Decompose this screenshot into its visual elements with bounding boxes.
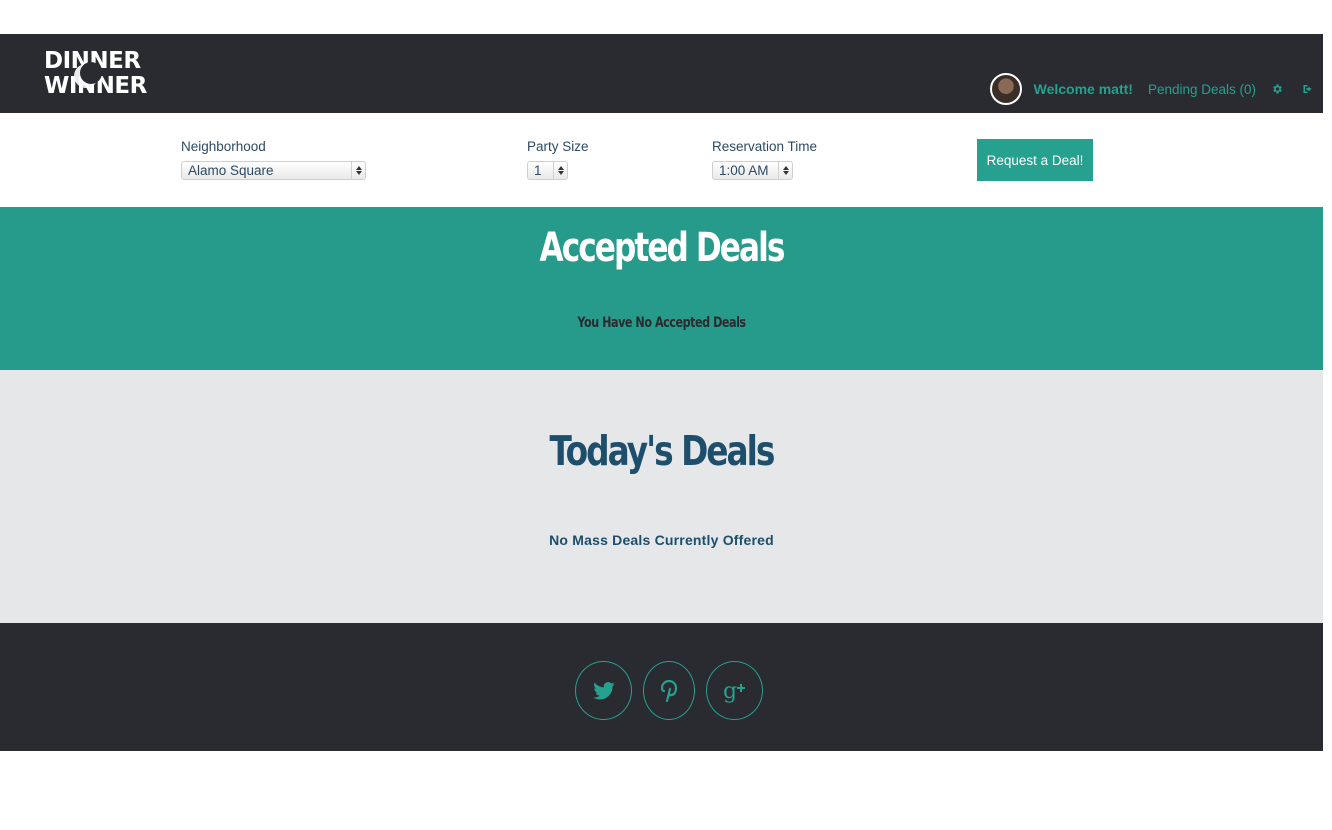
welcome-text[interactable]: Welcome matt!: [1034, 81, 1133, 97]
reservation-time-value: 1:00 AM: [719, 163, 769, 178]
footer: g: [0, 623, 1323, 751]
avatar[interactable]: [989, 73, 1022, 105]
dinner-winner-logo[interactable]: DINNER WINNER: [44, 49, 147, 101]
neighborhood-label: Neighborhood: [181, 139, 266, 154]
pinterest-icon[interactable]: [643, 661, 695, 720]
todays-deals-title: Today's Deals: [549, 427, 776, 475]
select-arrows-icon: [351, 162, 365, 179]
todays-deals-empty-message: No Mass Deals Currently Offered: [549, 532, 774, 548]
reservation-time-select[interactable]: 1:00 AM: [712, 161, 793, 180]
reservation-time-field: Reservation Time 1:00 AM: [712, 139, 817, 180]
select-arrows-icon: [553, 162, 567, 179]
logo-moon-shadow: [80, 62, 102, 84]
top-header: DINNER WINNER Welcome matt! Pending Deal…: [0, 34, 1323, 113]
twitter-icon[interactable]: [575, 661, 632, 720]
party-size-field: Party Size 1: [527, 139, 589, 180]
svg-text:g: g: [723, 679, 737, 703]
google-plus-icon[interactable]: g: [706, 661, 763, 720]
request-deal-button[interactable]: Request a Deal!: [977, 139, 1093, 181]
select-arrows-icon: [778, 162, 792, 179]
deal-request-form: Neighborhood Alamo Square Party Size 1 R…: [0, 113, 1323, 207]
neighborhood-select[interactable]: Alamo Square: [181, 161, 366, 180]
party-size-select[interactable]: 1: [527, 161, 568, 180]
user-area: Welcome matt! Pending Deals (0): [989, 73, 1315, 105]
accepted-deals-empty-message: You Have No Accepted Deals: [577, 315, 746, 331]
reservation-time-label: Reservation Time: [712, 139, 818, 154]
todays-deals-section: Today's Deals No Mass Deals Currently Of…: [0, 370, 1323, 623]
neighborhood-field: Neighborhood Alamo Square: [181, 139, 366, 180]
page: DINNER WINNER Welcome matt! Pending Deal…: [0, 34, 1323, 751]
neighborhood-value: Alamo Square: [188, 163, 274, 178]
accepted-deals-section: Accepted Deals You Have No Accepted Deal…: [0, 207, 1323, 370]
accepted-deals-title: Accepted Deals: [539, 225, 786, 271]
party-size-value: 1: [534, 163, 542, 178]
sign-out-icon[interactable]: [1301, 82, 1315, 96]
party-size-label: Party Size: [527, 139, 589, 154]
pending-deals-link[interactable]: Pending Deals (0): [1148, 82, 1256, 97]
gear-icon[interactable]: [1270, 82, 1284, 96]
